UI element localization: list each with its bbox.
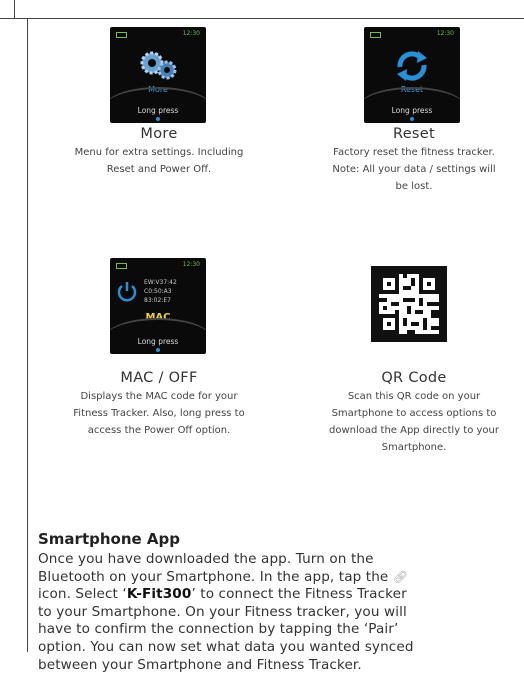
reset-title: Reset	[392, 126, 435, 142]
qr-cell: QR Code Scan this QR code on your Smartp…	[289, 370, 524, 456]
mac-cell: MAC / OFF Displays the MAC code for your…	[34, 370, 284, 439]
page-frame-left	[27, 18, 28, 652]
mac-screen: 12:30 EW:V37:42 C0:50:A3 83:02:E7 MAC Lo…	[110, 258, 206, 354]
more-cell: More Menu for extra settings. Including …	[34, 126, 284, 178]
reset-cell: Reset Factory reset the fitness tracker.…	[289, 126, 524, 195]
reset-screen: 12:30 Reset Long press	[364, 27, 460, 123]
mac-address: EW:V37:42 C0:50:A3 83:02:E7	[144, 279, 177, 304]
reset-desc: Factory reset the fitness tracker. Note:…	[332, 147, 496, 192]
more-screen: 12:30 More Long press	[110, 27, 206, 123]
section-title: Smartphone App	[38, 530, 181, 548]
qr-code	[371, 266, 447, 342]
page-frame-top	[0, 0, 524, 19]
page-frame-tick	[0, 0, 15, 18]
refresh-icon	[397, 51, 427, 81]
more-desc: Menu for extra settings. Including Reset…	[74, 147, 244, 175]
device-name: K-Fit300	[126, 586, 192, 603]
qr-desc: Scan this QR code on your Smartphone to …	[328, 391, 499, 453]
mac-desc: Displays the MAC code for your Fitness T…	[73, 391, 245, 436]
mac-title: MAC / OFF	[120, 370, 198, 386]
gears-icon	[140, 51, 177, 80]
link-icon: 🔗︎	[392, 569, 409, 584]
section-body: Once you have downloaded the app. Turn o…	[38, 551, 414, 673]
more-title: More	[140, 126, 178, 142]
power-icon	[117, 282, 137, 302]
qr-title: QR Code	[381, 370, 447, 386]
qr-code-icon	[371, 266, 447, 342]
